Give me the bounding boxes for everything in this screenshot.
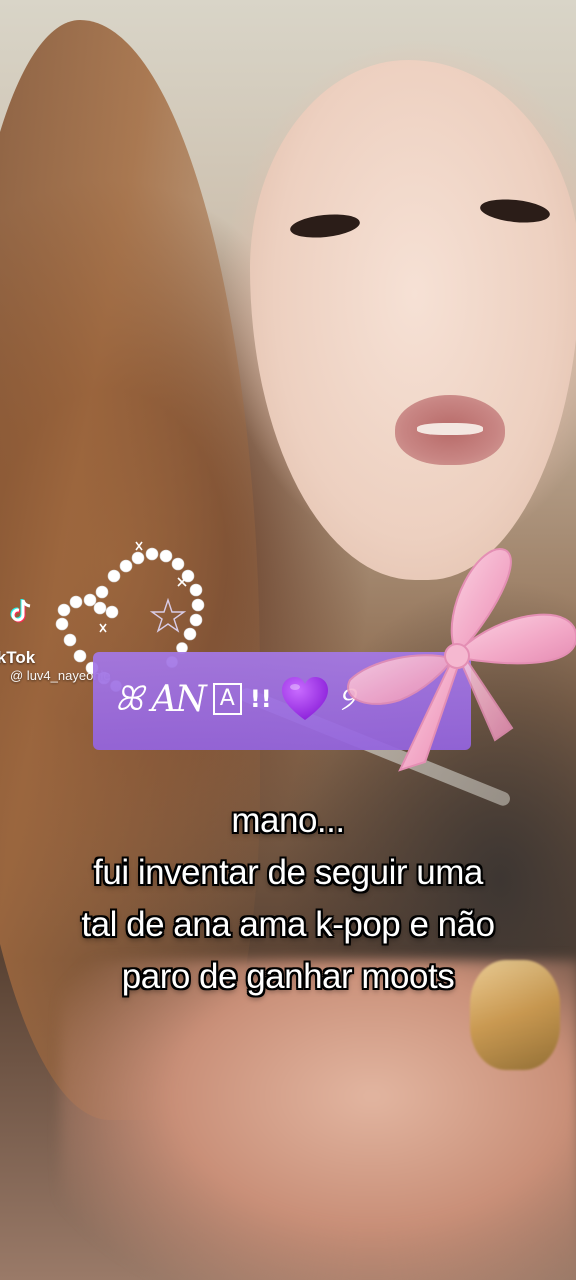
caption-line-2: fui inventar de seguir uma [93, 853, 483, 892]
purple-heart-icon [281, 677, 328, 720]
banner-swirl-left: ꕤ [115, 679, 144, 719]
banner-name-script: AN [151, 678, 206, 720]
video-caption: mano... fui inventar de seguir uma tal d… [0, 795, 576, 1003]
caption-line-3: tal de ana ama k-pop e não [81, 905, 495, 944]
caption-line-1: mano... [231, 801, 345, 840]
tiktok-logo-icon [10, 599, 31, 623]
banner-boxed-letter: A [212, 683, 242, 715]
banner-exclaim: !! [249, 685, 272, 713]
pink-bow-sticker [347, 548, 576, 772]
caption-line-4: paro de ganhar moots [121, 957, 455, 996]
video-frame[interactable]: TikTok @ luv4_nayeonie ꕤ AN A !! ୨ [0, 0, 576, 1280]
video-lips-shape [395, 395, 505, 465]
